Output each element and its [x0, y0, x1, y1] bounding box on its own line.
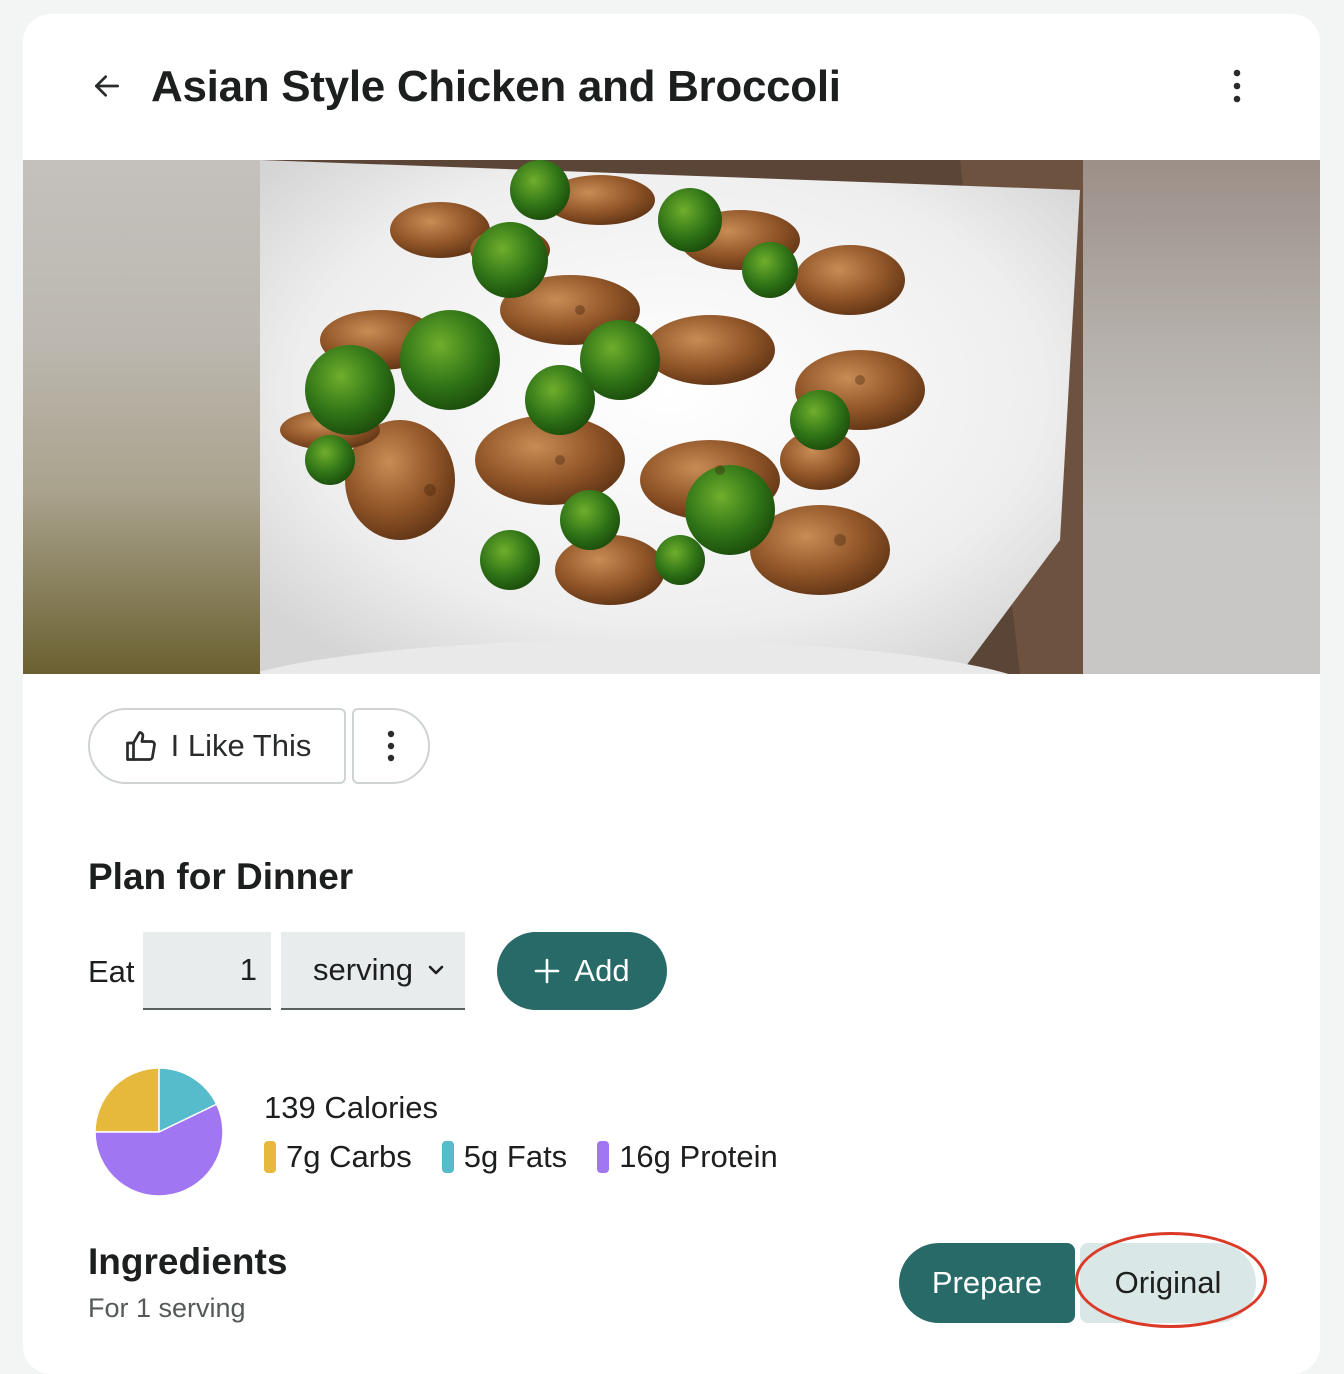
ingredients-subtitle: For 1 serving	[88, 1293, 246, 1323]
add-label: Add	[574, 953, 630, 988]
macro-fats: 5g Fats	[441, 1139, 568, 1175]
image-blur-right	[1083, 160, 1320, 674]
thumbs-up-icon	[125, 731, 156, 761]
macro-carbs: 7g Carbs	[264, 1139, 412, 1175]
like-label: I Like This	[170, 728, 312, 763]
recipe-card: Asian Style Chicken and Broccoli I Like …	[23, 14, 1320, 1374]
recipe-image	[23, 160, 1320, 674]
unit-value: serving	[313, 952, 413, 987]
recipe-menu-button[interactable]	[1211, 60, 1263, 112]
carbs-label: 7g Carbs	[286, 1139, 412, 1174]
macro-protein: 16g Protein	[597, 1139, 778, 1175]
arrow-left-icon	[95, 75, 119, 97]
like-button[interactable]: I Like This	[88, 708, 346, 784]
macro-legend: 7g Carbs 5g Fats 16g Protein	[264, 1139, 778, 1175]
macro-pie-chart	[94, 1067, 224, 1197]
recipe-actions: I Like This	[88, 708, 430, 784]
carbs-swatch	[264, 1141, 276, 1173]
plus-icon	[535, 958, 560, 984]
food-photo	[260, 160, 1083, 674]
more-actions-button[interactable]	[352, 708, 430, 784]
chevron-down-icon	[428, 965, 444, 975]
prepare-button[interactable]: Prepare	[899, 1243, 1075, 1323]
page-title: Asian Style Chicken and Broccoli	[151, 62, 841, 111]
header: Asian Style Chicken and Broccoli	[23, 14, 1320, 160]
add-button[interactable]: Add	[497, 932, 667, 1010]
more-vertical-icon	[1233, 69, 1241, 103]
ingredients-heading: Ingredients	[88, 1241, 288, 1282]
protein-swatch	[597, 1141, 610, 1173]
original-button[interactable]: Original	[1080, 1243, 1256, 1323]
quantity-input[interactable]	[143, 932, 271, 1010]
fats-label: 5g Fats	[463, 1139, 568, 1174]
unit-select[interactable]: serving	[281, 932, 465, 1010]
eat-label: Eat	[88, 954, 135, 989]
protein-label: 16g Protein	[619, 1139, 778, 1174]
calories-label: 139 Calories	[264, 1090, 439, 1125]
fats-swatch	[441, 1141, 454, 1173]
more-vertical-icon	[387, 730, 395, 762]
carbs-slice	[94, 1067, 160, 1133]
back-button[interactable]	[81, 60, 133, 112]
nutrition-summary: 139 Calories 7g Carbs 5g Fats 16g Protei…	[88, 1066, 848, 1206]
image-blur-left	[23, 160, 260, 674]
plan-heading: Plan for Dinner	[88, 856, 354, 897]
